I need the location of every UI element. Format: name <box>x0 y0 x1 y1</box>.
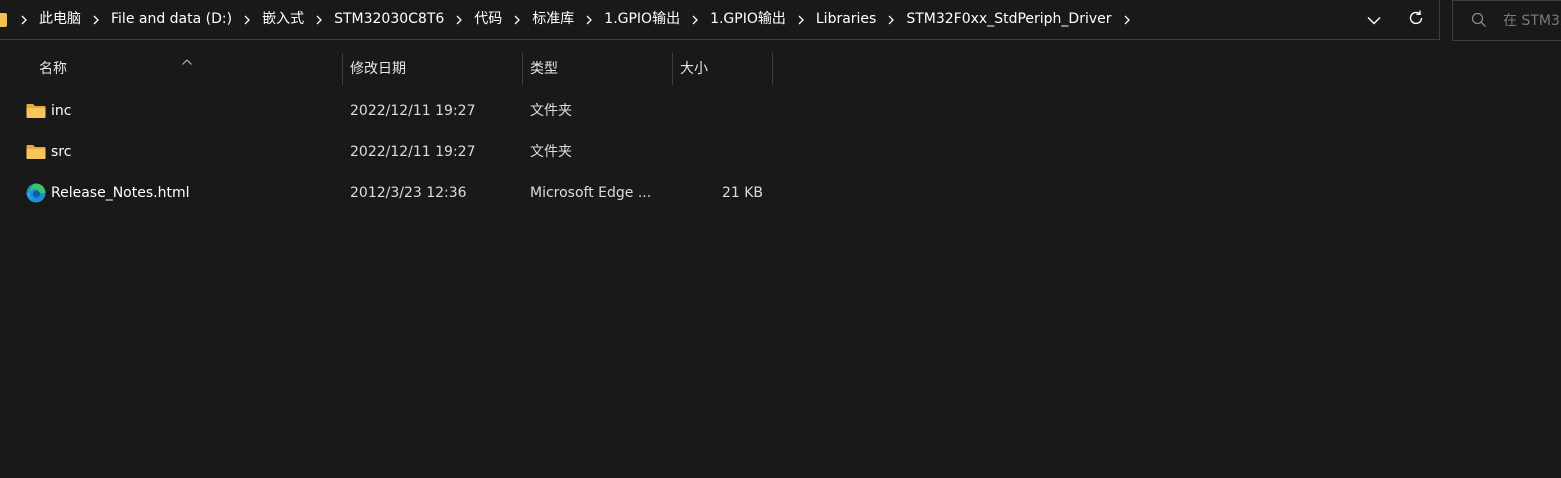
file-row[interactable]: src 2022/12/11 19:27 文件夹 <box>0 132 780 172</box>
breadcrumb: 此电脑 File and data (D:) 嵌入式 STM32030C8T6 … <box>0 0 1138 39</box>
sort-ascending-icon <box>181 51 193 65</box>
chevron-right-icon[interactable] <box>448 0 470 39</box>
file-type: Microsoft Edge ... <box>530 185 652 201</box>
file-date: 2012/3/23 12:36 <box>350 185 467 201</box>
breadcrumb-item[interactable]: 嵌入式 <box>258 0 308 39</box>
column-header-date[interactable]: 修改日期 <box>342 51 522 87</box>
file-size: 21 KB <box>721 185 763 201</box>
file-name[interactable]: src <box>51 132 71 172</box>
column-divider[interactable] <box>772 53 773 85</box>
file-type: 文件夹 <box>530 144 572 160</box>
breadcrumb-item[interactable]: 1.GPIO输出 <box>706 0 790 39</box>
file-row[interactable]: Release_Notes.html 2012/3/23 12:36 Micro… <box>0 173 780 213</box>
chevron-right-icon[interactable] <box>578 0 600 39</box>
chevron-right-icon[interactable] <box>85 0 107 39</box>
folder-icon <box>26 103 46 119</box>
chevron-right-icon[interactable] <box>13 0 35 39</box>
file-type: 文件夹 <box>530 103 572 119</box>
search-input[interactable] <box>1503 11 1561 31</box>
breadcrumb-item[interactable]: STM32F0xx_StdPeriph_Driver <box>902 0 1115 39</box>
file-date: 2022/12/11 19:27 <box>350 103 476 119</box>
refresh-button[interactable] <box>1396 0 1436 39</box>
search-box[interactable] <box>1452 0 1561 41</box>
breadcrumb-item[interactable]: Libraries <box>812 0 880 39</box>
column-header-type[interactable]: 类型 <box>522 51 672 87</box>
chevron-right-icon[interactable] <box>1116 0 1138 39</box>
file-row[interactable]: inc 2022/12/11 19:27 文件夹 <box>0 91 780 131</box>
edge-icon <box>26 183 46 203</box>
breadcrumb-item[interactable]: 标准库 <box>528 0 578 39</box>
refresh-icon <box>1407 9 1425 31</box>
column-headers: 名称 修改日期 类型 大小 <box>0 51 780 87</box>
file-size <box>680 132 763 172</box>
breadcrumb-item[interactable]: 1.GPIO输出 <box>600 0 684 39</box>
file-size <box>680 91 763 131</box>
history-dropdown-button[interactable] <box>1354 0 1394 39</box>
chevron-right-icon[interactable] <box>790 0 812 39</box>
chevron-right-icon[interactable] <box>684 0 706 39</box>
chevron-right-icon[interactable] <box>308 0 330 39</box>
file-name[interactable]: Release_Notes.html <box>51 173 189 213</box>
breadcrumb-item[interactable]: File and data (D:) <box>107 0 236 39</box>
column-header-size[interactable]: 大小 <box>672 51 772 87</box>
chevron-right-icon[interactable] <box>880 0 902 39</box>
folder-icon <box>0 12 7 27</box>
file-date: 2022/12/11 19:27 <box>350 144 476 160</box>
search-icon <box>1471 12 1487 28</box>
chevron-down-icon <box>1367 10 1381 29</box>
breadcrumb-item[interactable]: 代码 <box>470 0 506 39</box>
file-explorer-window: 此电脑 File and data (D:) 嵌入式 STM32030C8T6 … <box>0 0 1561 478</box>
chevron-right-icon[interactable] <box>506 0 528 39</box>
breadcrumb-item[interactable]: STM32030C8T6 <box>330 0 448 39</box>
address-bar[interactable]: 此电脑 File and data (D:) 嵌入式 STM32030C8T6 … <box>0 0 1440 40</box>
folder-icon <box>26 144 46 160</box>
file-name[interactable]: inc <box>51 91 71 131</box>
chevron-right-icon[interactable] <box>236 0 258 39</box>
breadcrumb-item[interactable]: 此电脑 <box>35 0 85 39</box>
